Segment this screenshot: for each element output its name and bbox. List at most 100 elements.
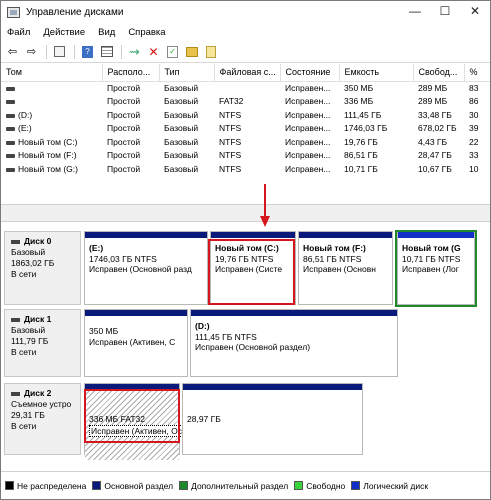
column-header[interactable]: Файловая с... [214, 64, 281, 82]
table-cell: 28,47 ГБ [418, 150, 452, 161]
menu-file[interactable]: Файл [7, 27, 30, 38]
table-cell: Простой [107, 150, 141, 161]
partition-f[interactable]: Новый том (F:) 86,51 ГБ NTFS Исправен (О… [298, 231, 393, 305]
column-header[interactable]: Состояние [280, 64, 340, 82]
legend-swatch [351, 481, 361, 490]
check-icon[interactable]: ✓ [164, 43, 181, 60]
back-icon[interactable]: ⇦ [4, 43, 21, 60]
table-row[interactable]: Простой Базовый Исправен... 350 МБ 289 М… [1, 81, 490, 95]
column-header[interactable]: % [464, 64, 490, 82]
maximize-button[interactable]: ☐ [430, 1, 460, 23]
column-header[interactable]: Тип [159, 64, 215, 82]
table-cell: Исправен... [285, 123, 331, 134]
table-row[interactable]: (D:) Простой Базовый NTFS Исправен... 11… [1, 108, 490, 122]
menu-help[interactable]: Справка [128, 27, 165, 38]
table-cell: Простой [107, 96, 141, 107]
table-row[interactable]: Новый том (C:) Простой Базовый NTFS Испр… [1, 135, 490, 149]
table-cell: 83 [469, 83, 479, 93]
disk-info[interactable]: Диск 2 Съемное устро 29,31 ГБ В сети [4, 383, 81, 455]
highlight-frame-c [208, 239, 295, 305]
table-row[interactable]: Новый том (G:) Простой Базовый NTFS Испр… [1, 162, 490, 176]
disk-size: 1863,02 ГБ [11, 258, 55, 268]
disk-type: Базовый [11, 325, 46, 335]
table-cell: Базовый [164, 123, 199, 134]
legend-item: Свободно [294, 481, 345, 491]
window-title: Управление дисками [26, 6, 124, 18]
legend-label: Не распределена [17, 480, 87, 491]
partition-name: (E:) [89, 243, 104, 253]
table-cell: Базовый [164, 136, 199, 147]
partition-system-reserved[interactable]: 350 МБ Исправен (Активен, С [84, 309, 188, 377]
column-header[interactable]: Свобод... [413, 64, 465, 82]
disk-info[interactable]: Диск 0 Базовый 1863,02 ГБ В сети [4, 231, 81, 305]
forward-icon[interactable]: ⇨ [23, 43, 40, 60]
column-header[interactable]: Емкость [339, 64, 414, 82]
table-cell: Базовый [164, 150, 199, 161]
list-view-icon[interactable] [98, 43, 115, 60]
column-header[interactable]: Том [1, 64, 103, 82]
table-cell: NTFS [219, 109, 242, 120]
delete-icon[interactable]: ✕ [145, 43, 162, 60]
menu-bar: Файл Действие Вид Справка [1, 23, 490, 41]
table-cell [214, 81, 280, 95]
help-icon[interactable]: ? [79, 43, 96, 60]
table-header: Том Располо... Тип Файловая с... Состоян… [1, 64, 490, 82]
table-cell: Исправен... [285, 96, 331, 107]
drive-icon [6, 154, 15, 158]
table-cell: 86,51 ГБ [344, 150, 378, 161]
menu-view[interactable]: Вид [98, 27, 115, 38]
partition-size: 86,51 ГБ NTFS [303, 253, 362, 264]
explore-icon[interactable] [202, 43, 219, 60]
column-header[interactable]: Располо... [102, 64, 160, 82]
table-cell: FAT32 [219, 96, 244, 107]
table-cell: 33 [469, 150, 479, 161]
connect-icon[interactable]: ⇝ [126, 43, 143, 60]
table-cell: 10,67 ГБ [418, 163, 452, 174]
table-cell: 289 МБ [418, 83, 448, 93]
table-cell: 33,48 ГБ [418, 109, 452, 120]
table-cell: 86 [469, 96, 479, 107]
table-row[interactable]: Простой Базовый FAT32 Исправен... 336 МБ… [1, 95, 490, 109]
table-cell: 350 МБ [344, 83, 374, 93]
legend-swatch [92, 481, 102, 490]
table-cell: Базовый [164, 83, 199, 93]
volume-name: (D:) [18, 109, 33, 120]
table-cell: Простой [107, 123, 141, 134]
legend-label: Дополнительный раздел [191, 480, 289, 491]
partition-d[interactable]: (D:) 111,45 ГБ NTFS Исправен (Основной р… [190, 309, 398, 377]
partition-status: Исправен (Основн [303, 264, 376, 274]
close-button[interactable]: ✕ [460, 1, 490, 23]
properties-icon[interactable] [51, 43, 68, 60]
partition-size: 1746,03 ГБ NTFS [89, 253, 157, 264]
legend-item: Дополнительный раздел [179, 481, 288, 491]
drive-icon [6, 86, 15, 91]
disk-size: 29,31 ГБ [11, 410, 45, 420]
disk-map: Диск 0 Базовый 1863,02 ГБ В сети (E:) 17… [1, 223, 490, 460]
menu-action[interactable]: Действие [43, 27, 85, 38]
drive-icon [6, 140, 15, 145]
partition-size: 28,97 ГБ [187, 414, 221, 424]
volume-list: Том Располо... Тип Файловая с... Состоян… [1, 64, 490, 204]
legend-item: Основной раздел [92, 481, 173, 491]
disk-name: Диск 0 [11, 236, 80, 247]
open-folder-icon[interactable] [183, 43, 200, 60]
table-cell: Исправен... [285, 150, 331, 161]
partition-e[interactable]: (E:) 1746,03 ГБ NTFS Исправен (Основной … [84, 231, 208, 305]
partition-name: (D:) [195, 321, 210, 331]
volume-name: Новый том (F:) [18, 150, 77, 161]
partition-size: 111,45 ГБ NTFS [195, 331, 257, 342]
table-cell: Простой [107, 109, 141, 120]
table-cell: 111,45 ГБ [344, 109, 382, 120]
minimize-button[interactable]: — [400, 1, 430, 23]
partition-removable-unallocated[interactable]: 28,97 ГБ [182, 383, 363, 455]
legend-label: Основной раздел [104, 480, 174, 491]
volume-name: Новый том (C:) [18, 136, 78, 147]
disk-name: Диск 2 [11, 388, 80, 399]
legend-label: Логический диск [363, 480, 429, 491]
pane-splitter[interactable] [1, 204, 490, 222]
table-row[interactable]: Новый том (F:) Простой Базовый NTFS Испр… [1, 149, 490, 163]
disk-status: В сети [11, 269, 37, 279]
disk-management-window: Управление дисками — ☐ ✕ Файл Действие В… [0, 0, 491, 500]
table-row[interactable]: (E:) Простой Базовый NTFS Исправен... 17… [1, 122, 490, 136]
disk-info[interactable]: Диск 1 Базовый 111,79 ГБ В сети [4, 309, 81, 377]
